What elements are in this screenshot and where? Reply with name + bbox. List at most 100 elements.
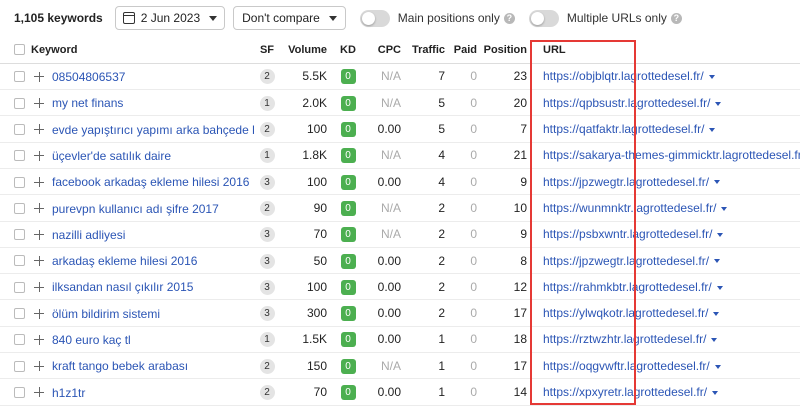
row-checkbox[interactable] xyxy=(14,281,25,293)
sf-badge[interactable]: 3 xyxy=(259,253,275,269)
plus-icon[interactable] xyxy=(34,361,44,372)
cpc-cell: 0.00 xyxy=(363,168,407,196)
keyword-link[interactable]: h1z1tr xyxy=(52,385,85,399)
plus-icon[interactable] xyxy=(34,124,44,135)
row-checkbox[interactable] xyxy=(14,308,25,320)
cpc-cell: N/A xyxy=(363,142,407,169)
sf-badge[interactable]: 2 xyxy=(259,358,275,374)
row-checkbox[interactable] xyxy=(14,386,25,398)
chevron-down-icon[interactable] xyxy=(714,259,721,264)
url-link[interactable]: https://ylwqkotr.lagrottedesel.fr/ xyxy=(543,306,708,320)
plus-icon[interactable] xyxy=(34,98,44,109)
sf-cell: 2 xyxy=(254,352,280,380)
chevron-down-icon[interactable] xyxy=(721,206,728,211)
keyword-link[interactable]: ölüm bildirim sistemi xyxy=(52,307,160,321)
url-link[interactable]: https://jpzwegtr.lagrottedesel.fr/ xyxy=(543,254,709,268)
chevron-down-icon xyxy=(328,15,337,21)
url-link[interactable]: https://wunmnktr.lagrottedesel.fr/ xyxy=(543,201,716,215)
keyword-link[interactable]: nazilli adliyesi xyxy=(52,228,125,242)
header-volume[interactable]: Volume xyxy=(280,37,333,64)
row-checkbox[interactable] xyxy=(14,334,25,346)
plus-icon[interactable] xyxy=(34,255,44,266)
multiple-urls-toggle[interactable] xyxy=(528,9,559,27)
help-icon[interactable]: ? xyxy=(670,12,682,24)
row-checkbox[interactable] xyxy=(14,176,25,188)
select-all-checkbox[interactable] xyxy=(14,44,25,56)
help-icon[interactable]: ? xyxy=(503,12,515,24)
keyword-link[interactable]: üçevler'de satılık daire xyxy=(52,149,171,163)
sf-badge[interactable]: 2 xyxy=(259,385,275,400)
keyword-link[interactable]: 840 euro kaç tl xyxy=(52,333,131,347)
header-position[interactable]: Position xyxy=(483,37,533,64)
plus-icon[interactable] xyxy=(34,308,44,319)
main-positions-toggle[interactable] xyxy=(359,9,390,27)
row-checkbox[interactable] xyxy=(14,255,25,267)
keyword-link[interactable]: ilksandan nasıl çıkılır 2015 xyxy=(52,280,193,294)
keyword-link[interactable]: purevpn kullanıcı adı şifre 2017 xyxy=(52,201,219,215)
header-cpc[interactable]: CPC xyxy=(363,37,407,64)
sf-badge[interactable]: 2 xyxy=(259,69,275,85)
url-link[interactable]: https://psbxwntr.lagrottedesel.fr/ xyxy=(543,227,712,241)
sf-badge[interactable]: 3 xyxy=(259,227,275,243)
row-checkbox[interactable] xyxy=(14,150,25,162)
url-link[interactable]: https://oqgvwftr.lagrottedesel.fr/ xyxy=(543,359,710,373)
date-picker-button[interactable]: 2 Jun 2023 xyxy=(114,6,226,30)
chevron-down-icon[interactable] xyxy=(708,75,715,80)
keyword-link[interactable]: facebook arkadaş ekleme hilesi 2016 xyxy=(52,175,249,189)
plus-icon[interactable] xyxy=(34,203,44,214)
sf-cell: 3 xyxy=(254,221,280,248)
chevron-down-icon[interactable] xyxy=(716,285,723,290)
row-checkbox[interactable] xyxy=(14,202,25,214)
chevron-down-icon[interactable] xyxy=(713,311,720,316)
header-url[interactable]: URL xyxy=(533,37,800,64)
header-paid[interactable]: Paid xyxy=(451,37,483,64)
kd-badge: 0 xyxy=(340,122,356,138)
row-checkbox[interactable] xyxy=(14,229,25,241)
sf-badge[interactable]: 3 xyxy=(259,174,275,190)
plus-icon[interactable] xyxy=(34,177,44,188)
keyword-link[interactable]: my net finans xyxy=(52,96,123,110)
chevron-down-icon[interactable] xyxy=(717,233,724,238)
plus-icon[interactable] xyxy=(34,71,44,82)
keyword-link[interactable]: kraft tango bebek arabası xyxy=(52,359,188,373)
url-link[interactable]: https://sakarya-themes-gimmicktr.lagrott… xyxy=(543,148,800,162)
plus-icon[interactable] xyxy=(34,150,44,161)
sf-badge[interactable]: 1 xyxy=(259,148,275,164)
sf-badge[interactable]: 1 xyxy=(259,95,275,111)
plus-icon[interactable] xyxy=(34,387,44,398)
url-link[interactable]: https://jpzwegtr.lagrottedesel.fr/ xyxy=(543,175,709,189)
row-checkbox[interactable] xyxy=(14,360,25,372)
keyword-link[interactable]: 08504806537 xyxy=(52,70,125,84)
url-link[interactable]: https://objblqtr.lagrottedesel.fr/ xyxy=(543,69,704,83)
sf-badge[interactable]: 2 xyxy=(259,200,275,216)
url-link[interactable]: https://xpxyretr.lagrottedesel.fr/ xyxy=(543,385,707,399)
header-keyword[interactable]: Keyword xyxy=(0,37,254,64)
plus-icon[interactable] xyxy=(34,282,44,293)
chevron-down-icon[interactable] xyxy=(709,127,716,132)
sf-badge[interactable]: 3 xyxy=(259,279,275,295)
chevron-down-icon[interactable] xyxy=(711,338,718,343)
url-link[interactable]: https://rztwzhtr.lagrottedesel.fr/ xyxy=(543,332,706,346)
sf-badge[interactable]: 2 xyxy=(259,122,275,138)
keyword-link[interactable]: arkadaş ekleme hilesi 2016 xyxy=(52,254,197,268)
row-checkbox[interactable] xyxy=(14,97,25,109)
header-traffic[interactable]: Traffic xyxy=(407,37,451,64)
header-sf[interactable]: SF xyxy=(254,37,280,64)
url-link[interactable]: https://qpbsustr.lagrottedesel.fr/ xyxy=(543,96,710,110)
plus-icon[interactable] xyxy=(34,229,44,240)
row-checkbox[interactable] xyxy=(14,123,25,135)
chevron-down-icon[interactable] xyxy=(714,364,721,369)
paid-cell: 0 xyxy=(451,194,483,222)
header-kd[interactable]: KD xyxy=(333,37,363,64)
keyword-link[interactable]: evde yapıştırıcı yapımı arka bahçede bil… xyxy=(52,122,254,136)
url-link[interactable]: https://qatfaktr.lagrottedesel.fr/ xyxy=(543,122,704,136)
sf-badge[interactable]: 3 xyxy=(259,306,275,322)
plus-icon[interactable] xyxy=(34,334,44,345)
chevron-down-icon[interactable] xyxy=(712,390,719,395)
chevron-down-icon[interactable] xyxy=(714,180,721,185)
compare-dropdown[interactable]: Don't compare xyxy=(233,6,346,30)
chevron-down-icon[interactable] xyxy=(715,101,722,106)
url-link[interactable]: https://rahmkbtr.lagrottedesel.fr/ xyxy=(543,280,712,294)
sf-badge[interactable]: 1 xyxy=(259,332,275,348)
row-checkbox[interactable] xyxy=(14,71,25,83)
